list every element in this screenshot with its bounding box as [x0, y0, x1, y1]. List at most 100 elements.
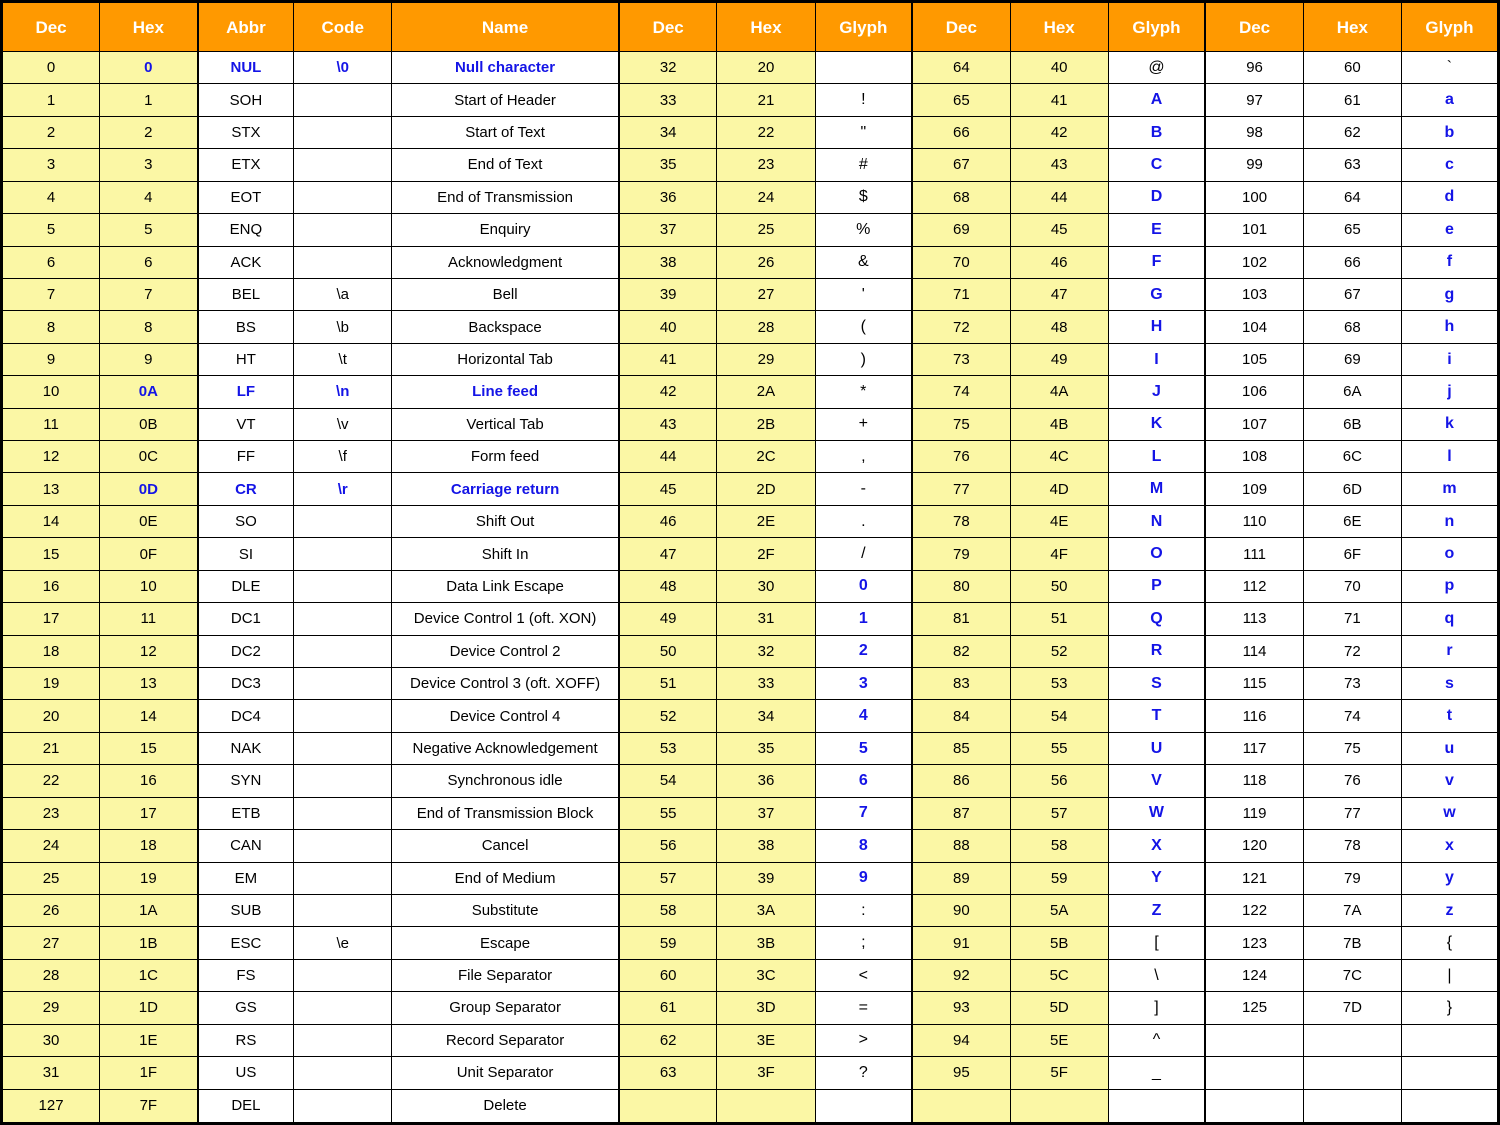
cell-abbr: NAK	[196, 731, 295, 766]
cell-dec-4: 112	[1204, 569, 1304, 604]
table-row: 10 0A LF \n Line feed 42 2A * 74 4A J 106 6A j	[0, 375, 1500, 409]
cell-abbr: DC3	[196, 667, 295, 701]
cell-hex-3: 54	[1009, 699, 1109, 733]
cell-dec-4: 105	[1204, 342, 1304, 377]
cell-dec-4: 98	[1204, 115, 1304, 150]
cell-glyph-3: P	[1107, 569, 1206, 604]
cell-glyph-2: ?	[814, 1056, 913, 1090]
cell-glyph-4	[1400, 1023, 1500, 1058]
cell-glyph-2: .	[814, 504, 913, 539]
cell-dec-2: 55	[617, 796, 718, 831]
cell-hex-2: 3F	[716, 1056, 816, 1090]
cell-hex-2: 3A	[716, 893, 816, 928]
cell-dec-1: 7	[0, 277, 101, 312]
cell-abbr: HT	[196, 342, 295, 377]
cell-dec-1: 26	[0, 893, 101, 928]
table-row: 6 6 ACK Acknowledgment 38 26 & 70 46 F 102 66 f	[0, 245, 1500, 279]
cell-dec-2: 59	[617, 926, 718, 960]
cell-hex-4: 7B	[1302, 926, 1402, 960]
cell-name: Cancel	[391, 829, 620, 863]
cell-glyph-4: `	[1400, 50, 1500, 85]
cell-hex-2: 2B	[716, 407, 816, 442]
cell-glyph-3: Q	[1107, 602, 1206, 636]
cell-glyph-2: $	[814, 180, 913, 215]
cell-dec-2: 41	[617, 342, 718, 377]
cell-glyph-2: 9	[814, 861, 913, 895]
cell-abbr: EOT	[196, 180, 295, 215]
cell-hex-2: 25	[716, 213, 816, 247]
cell-abbr: DC4	[196, 699, 295, 733]
cell-dec-2: 39	[617, 277, 718, 312]
cell-code	[293, 1088, 393, 1124]
cell-glyph-4: b	[1400, 115, 1500, 150]
cell-hex-1: 8	[99, 310, 199, 344]
table-row: 4 4 EOT End of Transmission 36 24 $68 44 D 100 64…	[0, 180, 1500, 215]
cell-hex-4: 6B	[1302, 407, 1402, 442]
cell-name: Null character	[391, 50, 620, 85]
cell-glyph-3: K	[1107, 407, 1206, 442]
cell-hex-1: 15	[99, 731, 199, 766]
cell-glyph-4	[1400, 1056, 1500, 1090]
cell-hex-2: 2E	[716, 504, 816, 539]
cell-name: Device Control 3 (oft. XOFF)	[391, 667, 620, 701]
cell-hex-2	[716, 1088, 816, 1124]
cell-glyph-4: j	[1400, 375, 1500, 409]
table-row: 127 7F DEL Delete	[0, 1088, 1500, 1124]
cell-hex-4: 65	[1302, 213, 1402, 247]
cell-glyph-3: I	[1107, 342, 1206, 377]
cell-hex-2: 3C	[716, 958, 816, 993]
cell-glyph-2: 2	[814, 634, 913, 669]
cell-dec-3: 88	[911, 829, 1011, 863]
cell-dec-3	[911, 1088, 1011, 1124]
cell-code: \a	[293, 277, 393, 312]
cell-glyph-2: >	[814, 1023, 913, 1058]
cell-dec-1: 23	[0, 796, 101, 831]
cell-dec-3: 65	[911, 83, 1011, 117]
cell-abbr: BS	[196, 310, 295, 344]
cell-glyph-3: C	[1107, 148, 1206, 182]
cell-abbr: FF	[196, 440, 295, 474]
cell-dec-2: 37	[617, 213, 718, 247]
cell-dec-3: 83	[911, 667, 1011, 701]
cell-dec-3: 68	[911, 180, 1011, 215]
column-header-glyph-2: Glyph	[814, 1, 913, 52]
cell-code	[293, 764, 393, 798]
cell-glyph-2: 7	[814, 796, 913, 831]
cell-hex-4	[1302, 1088, 1402, 1124]
cell-code: \b	[293, 310, 393, 344]
cell-dec-2: 54	[617, 764, 718, 798]
cell-dec-3: 84	[911, 699, 1011, 733]
cell-hex-4: 76	[1302, 764, 1402, 798]
cell-glyph-3: M	[1107, 472, 1206, 506]
table-row: 11 0B VT \v Vertical Tab 43 2B +75 4B K 107 6B k	[0, 407, 1500, 442]
cell-abbr: NUL	[196, 50, 295, 85]
cell-dec-2: 40	[617, 310, 718, 344]
table-row: 8 8 BS \b Backspace 40 28(72 48 H 104 68 h	[0, 310, 1500, 344]
cell-glyph-3: R	[1107, 634, 1206, 669]
cell-glyph-2	[814, 50, 913, 85]
table-body: 0 0 NUL \0 Null character 32 20 64 40 @96 60 ` 1 1 SO…	[0, 50, 1500, 1124]
cell-abbr: EM	[196, 861, 295, 895]
cell-glyph-3: @	[1107, 50, 1206, 85]
cell-glyph-2: 0	[814, 569, 913, 604]
cell-dec-4: 110	[1204, 504, 1304, 539]
column-header-abbr: Abbr	[196, 1, 295, 52]
cell-glyph-3: W	[1107, 796, 1206, 831]
cell-name: Shift In	[391, 537, 620, 571]
cell-hex-2: 24	[716, 180, 816, 215]
cell-dec-4: 111	[1204, 537, 1304, 571]
cell-hex-2: 31	[716, 602, 816, 636]
cell-glyph-4: s	[1400, 667, 1500, 701]
cell-glyph-3: S	[1107, 667, 1206, 701]
cell-glyph-4: l	[1400, 440, 1500, 474]
cell-dec-2: 46	[617, 504, 718, 539]
column-header-glyph-3: Glyph	[1107, 1, 1206, 52]
cell-glyph-2: 1	[814, 602, 913, 636]
cell-glyph-3: \	[1107, 958, 1206, 993]
cell-hex-3: 40	[1009, 50, 1109, 85]
cell-code	[293, 148, 393, 182]
cell-hex-3: 4A	[1009, 375, 1109, 409]
cell-hex-4	[1302, 1056, 1402, 1090]
cell-dec-3: 85	[911, 731, 1011, 766]
cell-glyph-3: A	[1107, 83, 1206, 117]
